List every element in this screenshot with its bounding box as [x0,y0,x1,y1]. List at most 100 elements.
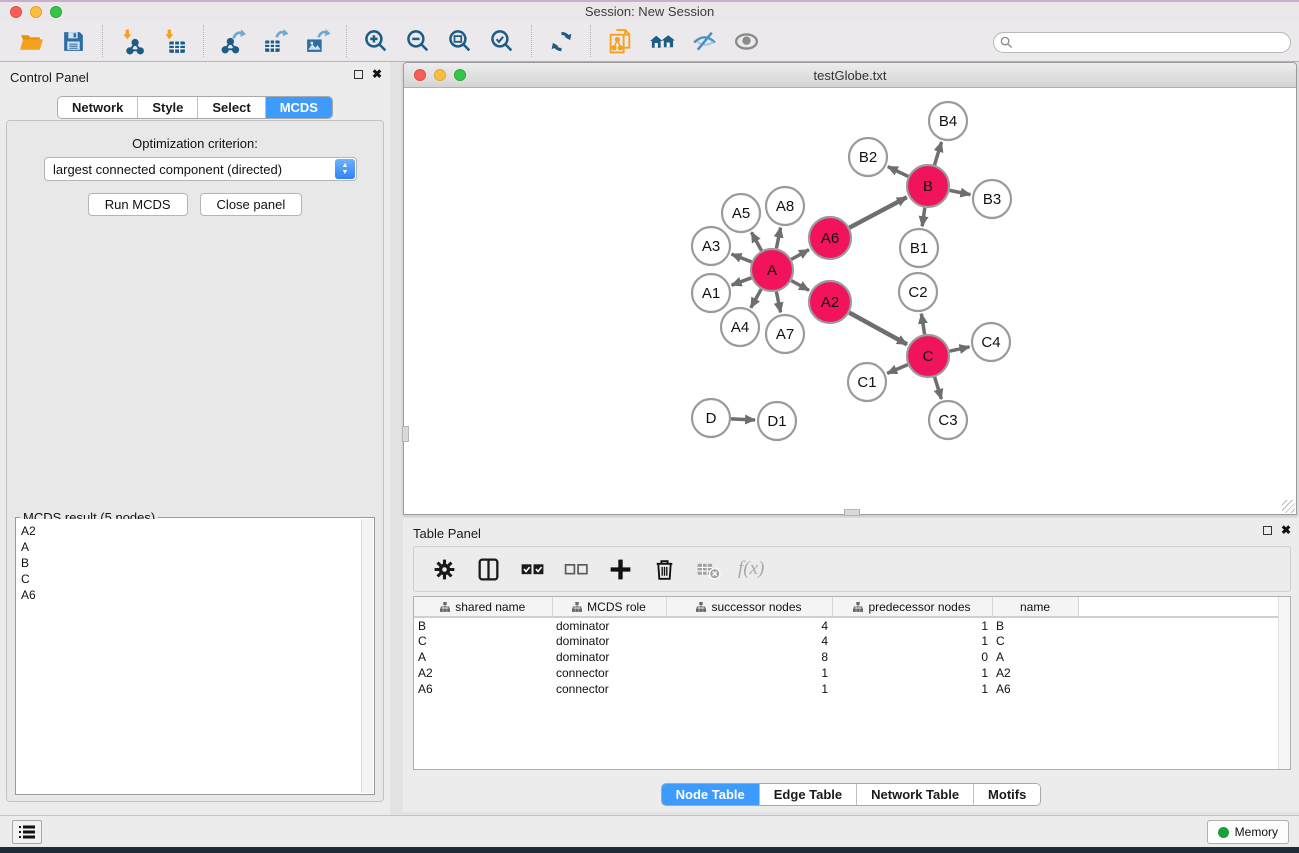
tab-node-table[interactable]: Node Table [662,784,760,805]
column-header-predecessor-nodes[interactable]: predecessor nodes [832,597,992,617]
node-label-C3: C3 [938,412,957,429]
table-row[interactable]: Adominator80A [414,649,1290,665]
edge-A-A5[interactable] [752,232,762,250]
node-table-header[interactable]: shared nameMCDS rolesuccessor nodesprede… [414,597,1290,617]
mcds-result-item[interactable]: A2 [17,523,361,539]
node-label-A8: A8 [776,198,794,215]
table-row[interactable]: A6connector11A6 [414,681,1290,697]
tab-select[interactable]: Select [198,97,265,118]
mcds-result-item[interactable]: A6 [17,587,361,603]
zoom-selected-icon[interactable] [485,26,519,56]
column-header-MCDS-role[interactable]: MCDS role [552,597,666,617]
import-table-icon[interactable] [157,26,191,56]
zoom-in-icon[interactable] [359,26,393,56]
toolbar-separator [590,25,591,57]
float-panel-icon[interactable] [354,70,363,79]
memory-button[interactable]: Memory [1207,820,1289,844]
refresh-icon[interactable] [544,26,578,56]
tab-mcds[interactable]: MCDS [266,97,332,118]
node-table-body[interactable]: Bdominator41BCdominator41CAdominator80AA… [414,617,1290,697]
node-label-C4: C4 [981,334,1000,351]
table-row[interactable]: Bdominator41B [414,617,1290,633]
close-table-panel-icon[interactable]: ✖ [1281,526,1291,535]
edge-A-A2[interactable] [791,281,809,291]
main-toolbar [10,25,767,57]
table-row[interactable]: A2connector11A2 [414,665,1290,681]
column-header-name[interactable]: name [992,597,1078,617]
float-table-panel-icon[interactable] [1263,526,1272,535]
home-networks-icon[interactable] [645,26,679,56]
import-network-icon[interactable] [115,26,149,56]
desktop-background [0,847,1299,853]
close-panel-icon[interactable]: ✖ [372,70,382,79]
dropdown-stepper-icon: ▲▼ [335,159,355,179]
mcds-result-item[interactable]: C [17,571,361,587]
edge-A-A4[interactable] [751,289,761,308]
toolbar-separator [531,25,532,57]
search-box[interactable] [993,32,1291,53]
edge-A6-B[interactable] [849,197,906,228]
node-label-A5: A5 [732,205,750,222]
column-header-successor-nodes[interactable]: successor nodes [666,597,832,617]
save-session-icon[interactable] [56,26,90,56]
tab-edge-table[interactable]: Edge Table [760,784,857,805]
zoom-out-icon[interactable] [401,26,435,56]
tab-network-table[interactable]: Network Table [857,784,974,805]
edge-B-B4[interactable] [935,142,942,165]
tab-network[interactable]: Network [58,97,138,118]
zoom-fit-icon[interactable] [443,26,477,56]
memory-label: Memory [1235,825,1278,839]
edge-A-A6[interactable] [791,250,809,260]
edge-C-C3[interactable] [935,377,942,399]
edge-A2-C[interactable] [849,313,907,345]
node-label-A1: A1 [702,285,720,302]
edge-A-A8[interactable] [776,228,780,249]
left-scroll-notch[interactable] [402,426,409,442]
run-mcds-button[interactable]: Run MCDS [88,193,188,216]
bottom-scroll-notch[interactable] [844,509,860,516]
mcds-result-item[interactable]: A [17,539,361,555]
task-history-button[interactable] [12,820,42,844]
network-window-titlebar[interactable]: testGlobe.txt [404,63,1296,88]
edge-A-A3[interactable] [732,254,752,262]
edge-C-C2[interactable] [921,314,924,335]
network-canvas[interactable]: AA1A2A3A4A5A6A7A8BB1B2B3B4CC1C2C3C4DD1 [404,88,1296,514]
resize-grip[interactable] [1282,500,1295,513]
search-input[interactable] [1017,36,1290,50]
table-row[interactable]: Cdominator41C [414,633,1290,649]
show-details-eye-icon[interactable] [729,26,763,56]
delete-table-icon [691,554,725,584]
mcds-result-scrollbar[interactable] [361,519,373,793]
settings-gear-icon[interactable] [427,554,461,584]
optimization-criterion-dropdown[interactable]: largest connected component (directed) ▲… [44,157,357,181]
mcds-result-item[interactable]: B [17,555,361,571]
open-session-icon[interactable] [14,26,48,56]
edge-B-B2[interactable] [888,167,908,177]
control-panel: Control Panel ✖ NetworkStyleSelectMCDS O… [0,62,390,815]
add-row-icon[interactable] [603,554,637,584]
deselect-all-icon[interactable] [559,554,593,584]
table-scrollbar[interactable] [1278,597,1290,769]
export-network-icon[interactable] [216,26,250,56]
column-selector-icon[interactable] [471,554,505,584]
export-image-icon[interactable] [300,26,334,56]
close-panel-button[interactable]: Close panel [200,193,303,216]
edge-B-B1[interactable] [922,208,925,226]
duplicate-network-icon[interactable] [603,26,637,56]
function-builder-icon: f(x) [738,558,764,580]
edge-C-C4[interactable] [950,347,970,351]
edge-B-B3[interactable] [950,190,971,194]
memory-status-icon [1218,827,1229,838]
hide-details-eye-icon[interactable] [687,26,721,56]
edge-C-C1[interactable] [887,365,908,374]
edge-D-D1[interactable] [731,419,755,420]
tab-motifs[interactable]: Motifs [974,784,1040,805]
select-all-icon[interactable] [515,554,549,584]
column-header-shared-name[interactable]: shared name [414,597,552,617]
node-label-A: A [767,262,777,279]
edge-A-A7[interactable] [776,292,780,313]
delete-row-icon[interactable] [647,554,681,584]
edge-A-A1[interactable] [732,278,752,285]
tab-style[interactable]: Style [138,97,198,118]
export-table-icon[interactable] [258,26,292,56]
